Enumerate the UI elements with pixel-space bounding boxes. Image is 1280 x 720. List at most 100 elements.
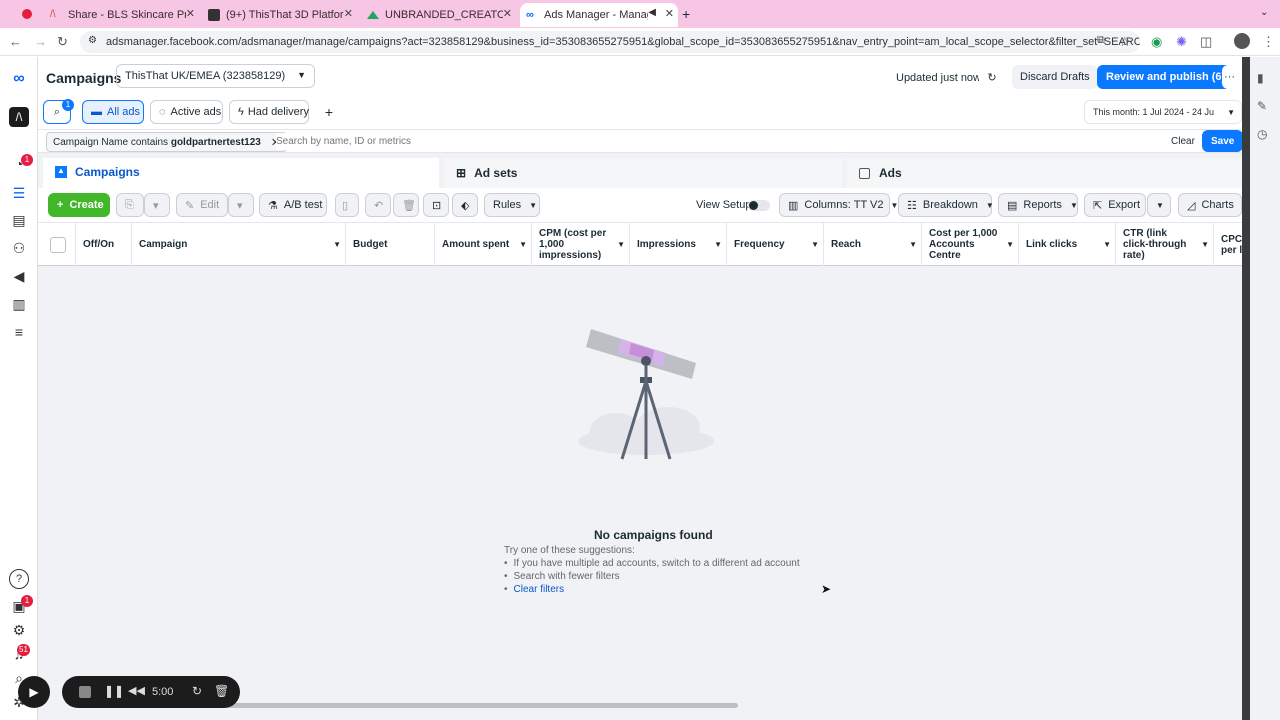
column-budget[interactable]: Budget <box>346 223 435 266</box>
save-filters-button[interactable]: Save <box>1202 130 1244 152</box>
extension-green-icon[interactable]: ◉ <box>1151 34 1162 50</box>
browser-tab[interactable]: /\ Share - BLS Skincare Product ✕ <box>44 3 199 27</box>
edit-dropdown[interactable]: ▾ <box>228 193 254 217</box>
discard-drafts-button[interactable]: Discard Drafts <box>1012 65 1098 89</box>
tab-campaigns[interactable]: ▲ Campaigns <box>43 158 439 188</box>
tag-button[interactable]: ⬖ <box>452 193 478 217</box>
back-icon[interactable]: ← <box>9 34 22 49</box>
column-link-clicks[interactable]: Link clicks ▼ <box>1019 223 1116 266</box>
reload-icon[interactable]: ↻ <box>57 34 68 50</box>
profile-avatar[interactable] <box>1234 33 1250 49</box>
restart-icon[interactable]: ↻ <box>192 684 202 698</box>
browser-tab-active[interactable]: ∞ Ads Manager - Manage ad ◀ ✕ <box>520 3 678 27</box>
ab-test-button[interactable]: ⚗ A/B test <box>259 193 327 217</box>
edit-pencil-icon[interactable]: ✎ <box>1257 99 1267 113</box>
forward-icon[interactable]: → <box>34 34 47 49</box>
column-frequency[interactable]: Frequency ▼ <box>727 223 824 266</box>
all-ads-button[interactable]: ▬ All ads <box>82 100 144 124</box>
column-campaign[interactable]: Campaign ▼ <box>132 223 346 266</box>
pages-icon[interactable]: ▤ <box>9 210 29 230</box>
catalogue-icon[interactable]: ▥ <box>9 294 29 314</box>
tab-ad-sets[interactable]: ⊞ Ad sets <box>444 158 842 188</box>
reports-button[interactable]: ▤ Reports ▼ <box>998 193 1078 217</box>
tab-ads[interactable]: Ads <box>847 158 1242 188</box>
scroll-thumb[interactable] <box>198 703 738 708</box>
vertical-scrollbar[interactable] <box>1242 57 1250 720</box>
site-info-icon[interactable]: ⚙ <box>88 35 97 46</box>
close-icon[interactable]: ✕ <box>186 7 195 20</box>
add-view-button[interactable]: + <box>317 100 341 124</box>
campaigns-table-icon[interactable]: ☰ <box>9 183 29 203</box>
extensions-icon[interactable]: ◫ <box>1200 34 1212 50</box>
extension-gear-icon[interactable]: ✺ <box>1176 34 1187 50</box>
close-icon[interactable]: ✕ <box>665 7 674 20</box>
delete-button[interactable]: 🗑 <box>393 193 419 217</box>
rules-button[interactable]: Rules ▼ <box>484 193 540 217</box>
camera-button[interactable]: ▶ <box>18 676 50 708</box>
export-button[interactable]: ⇱ Export <box>1084 193 1146 217</box>
column-cpm[interactable]: CPM (cost per 1,000 impressions) ▼ <box>532 223 630 266</box>
duplicate-dropdown[interactable]: ▾ <box>144 193 170 217</box>
pause-icon[interactable]: ❚❚ <box>104 684 124 698</box>
column-off-on[interactable]: Off/On <box>76 223 132 266</box>
chevron-down-icon[interactable]: ⌄ <box>1260 7 1268 18</box>
columns-button[interactable]: ▥ Columns: TT V2 ▼ <box>779 193 898 217</box>
account-avatar[interactable]: /\ <box>9 107 29 127</box>
suggestion-item: • If you have multiple ad accounts, switc… <box>504 558 800 569</box>
column-amount-spent[interactable]: Amount spent ▼ <box>435 223 532 266</box>
help-icon[interactable]: ? <box>9 569 29 589</box>
speaker-icon[interactable]: ◀ <box>648 7 656 18</box>
url-field[interactable]: ⚙ adsmanager.facebook.com/adsmanager/man… <box>80 31 1140 53</box>
filter-chip[interactable]: Campaign Name contains goldpartnertest12… <box>46 132 288 152</box>
bookmark-star-icon[interactable]: ☆ <box>1119 34 1131 50</box>
export-dropdown[interactable]: ▼ <box>1147 193 1171 217</box>
column-cpc[interactable]: CPC (cost per link click) <box>1214 223 1242 266</box>
undo-button[interactable]: ↶ <box>365 193 391 217</box>
column-ctr[interactable]: CTR (link click-through rate) ▼ <box>1116 223 1214 266</box>
audiences-icon[interactable]: ⚇ <box>9 238 29 258</box>
create-button[interactable]: + Create <box>48 193 110 217</box>
trash-icon[interactable]: 🗑 <box>214 684 229 698</box>
close-icon[interactable]: ✕ <box>344 7 353 20</box>
install-icon[interactable]: ⧉ <box>1097 34 1105 47</box>
review-publish-button[interactable]: Review and publish (6) <box>1097 65 1235 89</box>
had-delivery-button[interactable]: ϟ Had delivery <box>229 100 309 124</box>
browser-tab[interactable]: UNBRANDED_CREATOR_CON ✕ <box>361 3 516 27</box>
select-all-checkbox[interactable] <box>50 236 66 253</box>
clear-filters-link[interactable]: Clear filters <box>514 584 565 595</box>
all-tools-icon[interactable]: ≡ <box>9 322 29 342</box>
edit-button[interactable]: ✎ Edit <box>176 193 228 217</box>
account-selector[interactable]: ThisThat UK/EMEA (323858129) ▼ <box>116 64 315 88</box>
settings-gear-icon[interactable]: ⚙ <box>9 620 29 640</box>
history-icon[interactable]: ◷ <box>1257 127 1267 141</box>
refresh-button[interactable]: ↻ <box>979 65 1005 89</box>
breakdown-button[interactable]: ☷ Breakdown ▼ <box>898 193 994 217</box>
meta-logo-icon[interactable]: ∞ <box>9 69 29 89</box>
clipboard-button[interactable]: ▯ <box>335 193 359 217</box>
rewind-icon[interactable]: ◀◀ <box>128 684 145 697</box>
duplicate-button[interactable]: ⎘ <box>116 193 144 217</box>
browser-tab[interactable]: (9+) ThisThat 3D Platform W ✕ <box>202 3 357 27</box>
notification-badge: 1 <box>21 154 33 166</box>
stop-icon[interactable] <box>79 686 91 698</box>
active-ads-button[interactable]: ◌ Active ads <box>150 100 223 124</box>
empty-title: No campaigns found <box>594 528 713 542</box>
bar-chart-icon[interactable]: ▮ <box>1257 71 1264 85</box>
level-tabs: ▲ Campaigns ⊞ Ad sets Ads <box>38 158 1242 188</box>
column-cost-per-1000-accounts[interactable]: Cost per 1,000 Accounts Centre accounts.… <box>922 223 1019 266</box>
search-input[interactable] <box>276 133 876 150</box>
clear-filters-button[interactable]: Clear <box>1171 136 1195 147</box>
breakdown-icon: ☷ <box>907 199 917 212</box>
date-range-picker[interactable]: This month: 1 Jul 2024 - 24 Ju ▼ <box>1084 100 1242 124</box>
close-icon[interactable]: ✕ <box>503 7 512 20</box>
browser-menu-icon[interactable]: ⋮ <box>1262 34 1275 50</box>
megaphone-icon[interactable]: ◀ <box>9 266 29 286</box>
telescope-illustration <box>578 329 714 460</box>
preview-button[interactable]: ⊡ <box>423 193 449 217</box>
view-setup-toggle[interactable] <box>748 200 770 211</box>
column-reach[interactable]: Reach ▼ <box>824 223 922 266</box>
column-impressions[interactable]: Impressions ▼ <box>630 223 727 266</box>
more-options-button[interactable]: ··· <box>1222 65 1242 89</box>
new-tab-icon[interactable]: + <box>682 6 690 22</box>
charts-button[interactable]: ◿ Charts <box>1178 193 1242 217</box>
